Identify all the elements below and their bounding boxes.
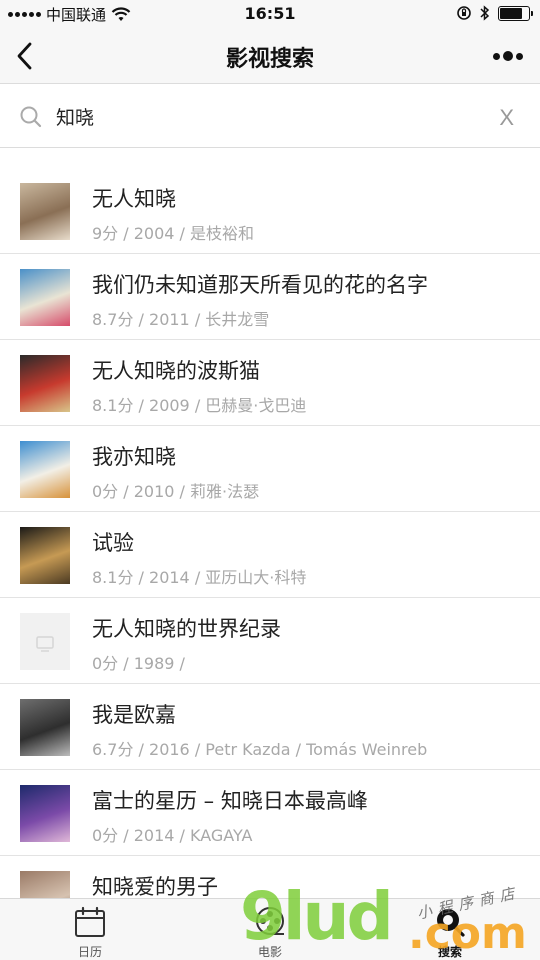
result-title: 无人知晓的世界纪录	[92, 617, 281, 641]
movie-poster	[20, 699, 70, 756]
result-meta: 0分 / 1989 /	[92, 654, 185, 673]
tab-movies[interactable]: 电影	[230, 905, 310, 960]
movie-poster	[20, 183, 70, 240]
status-right	[456, 5, 533, 21]
more-dots-icon-center	[503, 51, 513, 61]
result-row[interactable]: 我亦知晓 0分 / 2010 / 莉雅·法瑟	[0, 426, 540, 512]
search-input[interactable]	[56, 100, 456, 132]
tab-movies-label: 电影	[257, 945, 282, 959]
result-title: 知晓爱的男子	[92, 875, 218, 899]
clear-search-button[interactable]: X	[499, 105, 514, 131]
more-button[interactable]	[490, 44, 526, 68]
result-meta: 8.7分 / 2011 / 长井龙雪	[92, 310, 270, 329]
page-title: 影视搜索	[225, 47, 314, 72]
result-meta: 0分 / 2014 / KAGAYA	[92, 826, 253, 845]
tab-bar: 日历 电影 搜索	[0, 898, 540, 960]
result-meta: 8.1分 / 2014 / 亚历山大·科特	[92, 568, 307, 587]
battery-icon	[498, 5, 533, 21]
bluetooth-icon	[480, 5, 490, 21]
result-title: 富士的星历 – 知晓日本最高峰	[92, 789, 368, 813]
orientation-lock-icon	[457, 6, 471, 20]
search-bar: X	[0, 85, 540, 148]
result-meta: 8.1分 / 2009 / 巴赫曼·戈巴迪	[92, 396, 307, 415]
result-row[interactable]: 试验 8.1分 / 2014 / 亚历山大·科特	[0, 512, 540, 598]
nav-bar: 影视搜索	[0, 28, 540, 84]
tab-search-label: 搜索	[437, 945, 462, 959]
tab-search[interactable]: 搜索	[410, 905, 490, 960]
film-reel-icon	[256, 907, 284, 935]
result-row[interactable]: 无人知晓的世界纪录 0分 / 1989 /	[0, 598, 540, 684]
results-list: 无人知晓 9分 / 2004 / 是枝裕和我们仍未知道那天所看见的花的名字 8.7分…	[0, 168, 540, 942]
tab-calendar[interactable]: 日历	[50, 905, 130, 960]
movie-poster	[20, 785, 70, 842]
result-title: 我们仍未知道那天所看见的花的名字	[92, 273, 428, 297]
result-row[interactable]: 富士的星历 – 知晓日本最高峰 0分 / 2014 / KAGAYA	[0, 770, 540, 856]
movie-poster	[20, 527, 70, 584]
result-title: 试验	[92, 531, 134, 555]
result-title: 我亦知晓	[92, 445, 176, 469]
more-dots-icon-right	[516, 52, 523, 60]
result-row[interactable]: 我们仍未知道那天所看见的花的名字 8.7分 / 2011 / 长井龙雪	[0, 254, 540, 340]
battery-level	[500, 7, 522, 19]
status-bar: 中国联通 16:51	[0, 0, 540, 28]
movie-poster	[20, 269, 70, 326]
result-meta: 6.7分 / 2016 / Petr Kazda / Tomás Weinreb	[92, 740, 428, 759]
result-meta: 0分 / 2010 / 莉雅·法瑟	[92, 482, 260, 501]
result-title: 无人知晓	[92, 187, 176, 211]
result-row[interactable]: 无人知晓 9分 / 2004 / 是枝裕和	[0, 168, 540, 254]
search-tab-icon	[437, 909, 465, 937]
more-dots-icon	[493, 52, 500, 60]
poster-placeholder-icon	[20, 613, 70, 670]
tab-calendar-label: 日历	[77, 945, 102, 959]
calendar-icon	[75, 906, 105, 937]
result-title: 我是欧嘉	[92, 703, 176, 727]
movie-poster	[20, 441, 70, 498]
result-title: 无人知晓的波斯猫	[92, 359, 260, 383]
search-icon	[20, 106, 42, 128]
movie-poster	[20, 355, 70, 412]
result-row[interactable]: 无人知晓的波斯猫 8.1分 / 2009 / 巴赫曼·戈巴迪	[0, 340, 540, 426]
result-row[interactable]: 我是欧嘉 6.7分 / 2016 / Petr Kazda / Tomás Wei…	[0, 684, 540, 770]
result-meta: 9分 / 2004 / 是枝裕和	[92, 224, 255, 243]
